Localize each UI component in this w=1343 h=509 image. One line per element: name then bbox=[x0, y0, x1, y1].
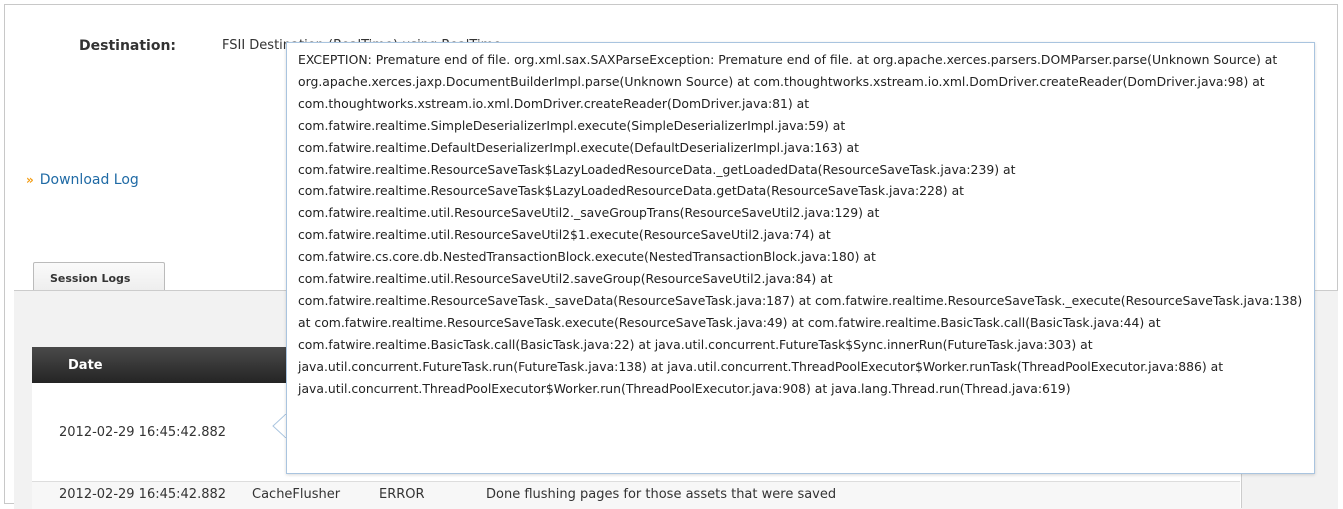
column-header-date[interactable]: Date bbox=[68, 358, 103, 373]
destination-label: Destination: bbox=[79, 38, 177, 54]
tooltip-pointer-icon bbox=[272, 414, 286, 438]
row-message: Done flushing pages for those assets tha… bbox=[486, 487, 837, 502]
row-source: CacheFlusher bbox=[252, 487, 341, 502]
tab-session-logs[interactable]: Session Logs bbox=[33, 262, 165, 290]
exception-message: EXCEPTION: Premature end of file. org.xm… bbox=[298, 52, 1303, 396]
download-log-label: Download Log bbox=[39, 172, 139, 188]
exception-tooltip: EXCEPTION: Premature end of file. org.xm… bbox=[286, 42, 1315, 474]
double-chevron-right-icon: » bbox=[26, 173, 34, 187]
row-date: 2012-02-29 16:45:42.882 bbox=[59, 487, 227, 502]
download-log-link[interactable]: » Download Log bbox=[26, 172, 139, 188]
row-level: ERROR bbox=[379, 487, 425, 502]
row-date: 2012-02-29 16:45:42.882 bbox=[59, 425, 227, 440]
table-row[interactable]: 2012-02-29 16:45:42.882 CacheFlusher ERR… bbox=[32, 481, 1240, 509]
